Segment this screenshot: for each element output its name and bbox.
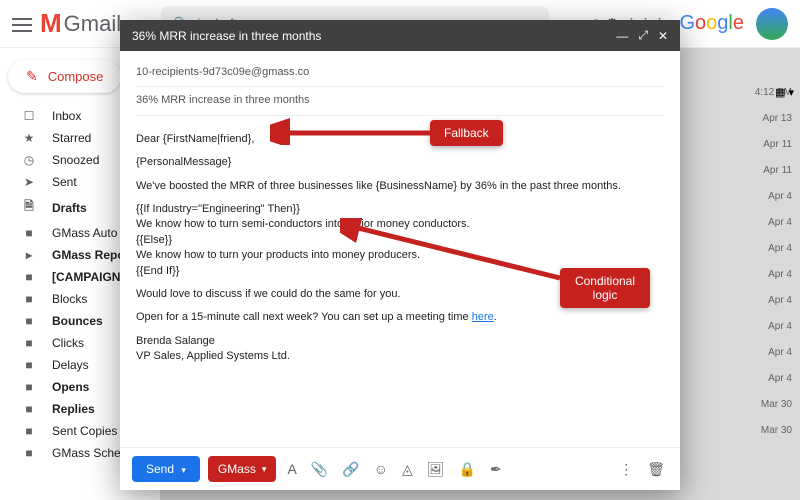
compose-toolbar: Send ▾ GMass A 📎 🔗 ☺ ◬ 🖼 🔒 ✒ ⋮ 🗑: [120, 447, 680, 490]
minimize-icon[interactable]: —: [616, 29, 628, 43]
compose-titlebar: 36% MRR increase in three months — ⤢ ✕: [120, 20, 680, 51]
menu-icon[interactable]: [12, 14, 32, 34]
sidebar-item-label: GMass Sched: [52, 446, 127, 460]
mail-time: Mar 30: [740, 418, 792, 444]
trash-icon[interactable]: 🗑: [644, 461, 668, 478]
meeting-link[interactable]: here: [472, 311, 494, 323]
drive-icon[interactable]: ◬: [399, 461, 416, 478]
annotation-conditional: Conditional logic: [560, 268, 650, 308]
sidebar-item-label: Delays: [52, 358, 89, 372]
personal-message: {PersonalMessage}: [136, 155, 664, 170]
mail-time: Mar 30: [740, 392, 792, 418]
folder-icon: ■: [20, 358, 38, 372]
mail-time: Apr 4: [740, 288, 792, 314]
to-field[interactable]: 10-recipients-9d73c09e@gmass.co: [136, 59, 664, 87]
folder-icon: ★: [20, 131, 38, 145]
sidebar-item-label: Snoozed: [52, 153, 99, 167]
sidebar-item-label: Opens: [52, 380, 89, 394]
folder-icon: ■: [20, 226, 38, 240]
sidebar-item-label: Blocks: [52, 292, 87, 306]
gmail-logo: M Gmail: [40, 8, 121, 39]
sidebar-item-label: GMass Auto F: [52, 226, 128, 240]
google-logo: Google: [679, 12, 744, 35]
compose-title: 36% MRR increase in three months: [132, 29, 606, 43]
if-line: {{If Industry="Engineering" Then}}: [136, 203, 300, 215]
sidebar-item-label: GMass Repor: [52, 248, 129, 262]
font-icon[interactable]: A: [284, 461, 299, 477]
paragraph-3: Open for a 15-minute call next week? You…: [136, 310, 664, 325]
mail-time: Apr 4: [740, 184, 792, 210]
paragraph-1: We've boosted the MRR of three businesse…: [136, 179, 664, 194]
mail-time: Apr 4: [740, 262, 792, 288]
folder-icon: ■: [20, 402, 38, 416]
mail-time: Apr 4: [740, 236, 792, 262]
mail-time: Apr 11: [740, 132, 792, 158]
avatar[interactable]: [756, 8, 788, 40]
sidebar-item-label: Replies: [52, 402, 95, 416]
expand-icon[interactable]: ⤢: [638, 28, 648, 43]
attach-icon[interactable]: 📎: [308, 461, 331, 478]
signature-name: Brenda Salange: [136, 335, 215, 347]
folder-icon: ■: [20, 424, 38, 438]
arrow-conditional: [340, 218, 570, 298]
folder-icon: ■: [20, 314, 38, 328]
folder-icon: ▸: [20, 248, 38, 262]
compose-label: Compose: [48, 69, 104, 84]
gmail-label: Gmail: [64, 11, 121, 37]
mail-time: Apr 13: [740, 106, 792, 132]
image-icon[interactable]: 🖼: [424, 461, 448, 478]
mail-timestamps: 4:12 PMApr 13Apr 11Apr 11Apr 4Apr 4Apr 4…: [740, 80, 800, 444]
sidebar-item-label: Drafts: [52, 201, 87, 215]
send-button[interactable]: Send ▾: [132, 456, 200, 482]
subject-field[interactable]: 36% MRR increase in three months: [136, 87, 664, 115]
pen-icon[interactable]: ✒: [487, 461, 505, 478]
annotation-fallback: Fallback: [430, 120, 503, 146]
mail-time: Apr 11: [740, 158, 792, 184]
folder-icon: 🗎: [20, 197, 38, 218]
sidebar-item-label: Clicks: [52, 336, 84, 350]
sidebar-item-label: Sent: [52, 175, 77, 189]
emoji-icon[interactable]: ☺: [371, 461, 391, 477]
mail-time: Apr 4: [740, 210, 792, 236]
lock-icon[interactable]: 🔒: [456, 461, 479, 478]
folder-icon: ■: [20, 292, 38, 306]
folder-icon: ■: [20, 336, 38, 350]
folder-icon: ■: [20, 380, 38, 394]
more-icon[interactable]: ⋮: [616, 461, 636, 478]
folder-icon: ☐: [20, 109, 38, 123]
link-icon[interactable]: 🔗: [339, 461, 362, 478]
sidebar-item-label: Inbox: [52, 109, 81, 123]
else-line: {{Else}}: [136, 234, 172, 246]
sidebar-item-label: Starred: [52, 131, 91, 145]
close-icon[interactable]: ✕: [658, 29, 668, 43]
gmass-button[interactable]: GMass: [208, 456, 277, 482]
mail-time: Apr 4: [740, 314, 792, 340]
mail-time: Apr 4: [740, 366, 792, 392]
pencil-icon: ✎: [26, 68, 38, 85]
mail-time: Apr 4: [740, 340, 792, 366]
folder-icon: ■: [20, 446, 38, 460]
folder-icon: ■: [20, 270, 38, 284]
endif-line: {{End If}}: [136, 265, 179, 277]
sidebar-item-label: Bounces: [52, 314, 103, 328]
arrow-fallback: [270, 115, 440, 145]
folder-icon: ➤: [20, 175, 38, 189]
signature-title: VP Sales, Applied Systems Ltd.: [136, 350, 290, 362]
folder-icon: ◷: [20, 153, 38, 167]
sidebar-item-label: Sent Copies: [52, 424, 117, 438]
compose-button[interactable]: ✎ Compose: [8, 60, 121, 93]
view-toggle-icon[interactable]: ▦ ▾: [775, 86, 794, 99]
gmail-m-icon: M: [40, 8, 62, 39]
sidebar-item-label: [CAMPAIGN: [52, 270, 120, 284]
